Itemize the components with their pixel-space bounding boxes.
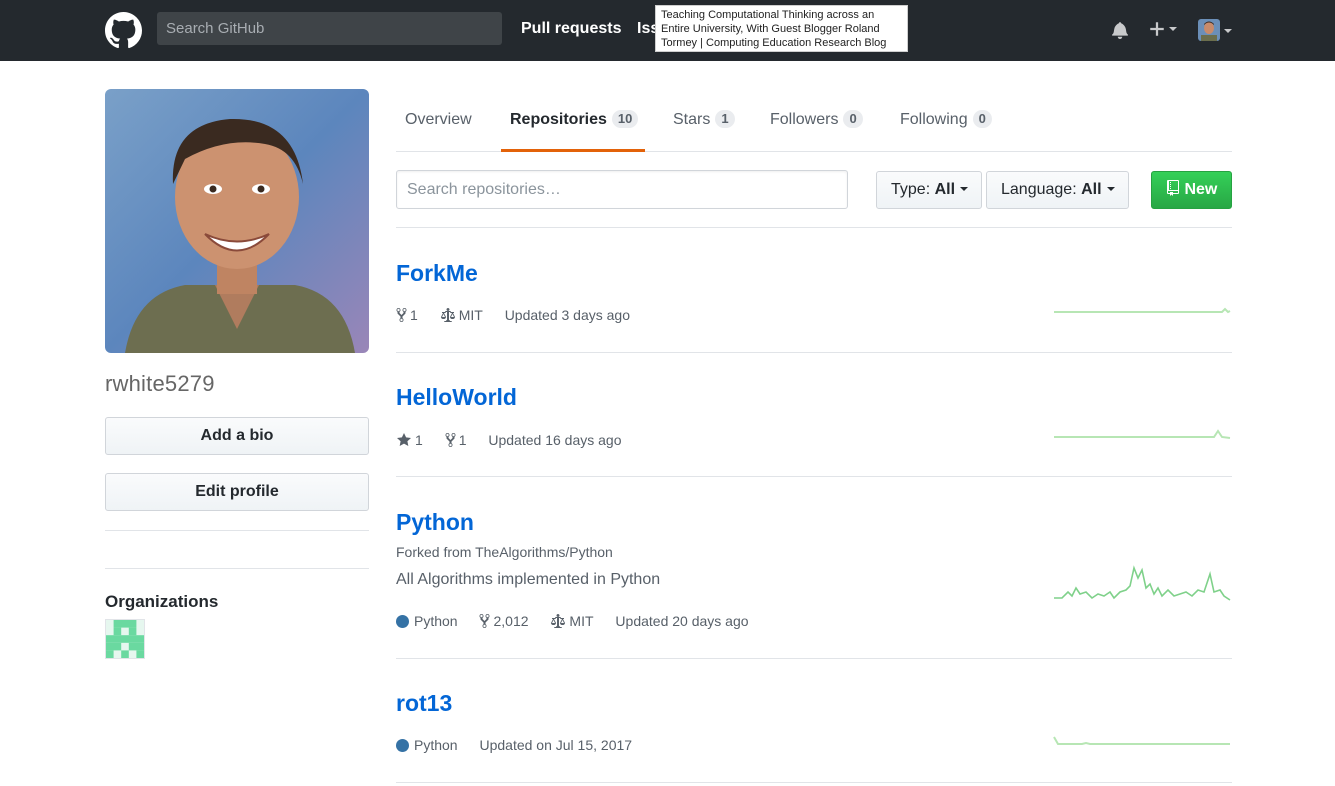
updated-time: Updated 16 days ago: [488, 432, 622, 449]
license-value: MIT: [458, 307, 483, 324]
tab-stars[interactable]: Stars 1: [673, 110, 735, 130]
star-count-value: 1: [415, 432, 423, 449]
chevron-down-icon: [960, 187, 969, 191]
following-count: 0: [972, 110, 992, 128]
repo-description: All Algorithms implemented in Python: [396, 571, 661, 588]
followers-count: 0: [843, 110, 863, 128]
fork-count-value: 1: [410, 307, 418, 324]
tab-label: Repositories: [510, 111, 607, 128]
add-bio-button[interactable]: Add a bio: [105, 417, 369, 455]
github-logo-icon[interactable]: [105, 12, 142, 49]
avatar: [105, 89, 369, 353]
updated-time: Updated 3 days ago: [504, 307, 631, 324]
tab-overview[interactable]: Overview: [405, 110, 472, 130]
profile-photo[interactable]: [105, 89, 369, 353]
activity-sparkline: [1054, 565, 1231, 601]
tab-following[interactable]: Following 0: [900, 110, 992, 130]
repo-meta: 1 MIT Updated 3 days ago: [396, 305, 648, 324]
type-filter-dropdown[interactable]: Type: All: [876, 171, 982, 209]
star-count[interactable]: 1: [396, 431, 423, 449]
fork-count[interactable]: 1: [445, 431, 467, 449]
language-value: Python: [414, 737, 458, 754]
fork-icon: [396, 308, 407, 323]
repo-meta: Python 2,012 MIT Updated 20 days ago: [396, 611, 767, 630]
tooltip-line: Tormey | Computing Education Research Bl…: [661, 37, 887, 49]
divider: [396, 227, 1232, 228]
divider: [396, 658, 1232, 659]
fork-icon: [479, 614, 490, 629]
activity-sparkline: [1053, 736, 1230, 745]
repo-language: Python: [396, 736, 458, 754]
repo-meta: 1 1 Updated 16 days ago: [396, 430, 639, 449]
repo-link-helloworld[interactable]: HelloWorld: [396, 383, 517, 411]
chevron-down-icon[interactable]: [1224, 29, 1232, 33]
repositories-count: 10: [611, 110, 639, 128]
nav-pull-requests[interactable]: Pull requests: [521, 19, 621, 39]
repo-meta: Python Updated on Jul 15, 2017: [396, 735, 650, 754]
tooltip-line: Entire University, With Guest Blogger Ro…: [661, 23, 880, 35]
new-repository-button[interactable]: New: [1151, 171, 1232, 209]
divider: [396, 782, 1232, 783]
updated-time: Updated 20 days ago: [615, 613, 749, 630]
organization-avatar[interactable]: [105, 619, 145, 659]
filter-value: All: [934, 181, 956, 198]
law-icon: [440, 308, 455, 323]
active-tab-indicator: [501, 149, 645, 152]
create-new-dropdown[interactable]: [1149, 20, 1177, 38]
tab-label: Following: [900, 111, 968, 128]
plus-icon: [1150, 22, 1164, 37]
repo-link-rot13[interactable]: rot13: [396, 689, 452, 717]
repo-link-python[interactable]: Python: [396, 508, 474, 536]
tab-followers[interactable]: Followers 0: [770, 110, 863, 130]
fork-count[interactable]: 2,012: [479, 612, 529, 630]
new-button-label: New: [1184, 181, 1218, 198]
top-navbar: Pull requests Iss Teaching Computational…: [0, 0, 1335, 61]
fork-count-value: 2,012: [493, 613, 529, 630]
chevron-down-icon: [1168, 27, 1177, 32]
fork-icon: [445, 433, 456, 448]
stars-count: 1: [715, 110, 735, 128]
divider: [396, 352, 1232, 353]
activity-sparkline: [1054, 307, 1231, 314]
divider: [396, 476, 1232, 477]
profile-username: rwhite5279: [105, 371, 215, 396]
language-value: Python: [414, 613, 458, 630]
divider: [105, 530, 369, 531]
tooltip-line: Teaching Computational Thinking across a…: [661, 9, 875, 21]
license: MIT: [550, 612, 594, 630]
repo-language: Python: [396, 612, 458, 630]
tab-label: Overview: [405, 111, 472, 128]
link-tooltip: Teaching Computational Thinking across a…: [655, 5, 908, 52]
star-icon: [397, 433, 411, 447]
tab-label: Followers: [770, 111, 839, 128]
repo-link-forkme[interactable]: ForkMe: [396, 259, 478, 287]
avatar: [1198, 19, 1220, 41]
fork-count[interactable]: 1: [396, 306, 418, 324]
chevron-down-icon: [1106, 187, 1115, 191]
language-color-dot: [396, 739, 409, 753]
updated-time: Updated on Jul 15, 2017: [479, 737, 633, 754]
activity-sparkline: [1054, 429, 1231, 439]
language-filter-dropdown[interactable]: Language: All: [986, 171, 1129, 209]
license: MIT: [440, 306, 483, 324]
edit-profile-button[interactable]: Edit profile: [105, 473, 369, 511]
user-avatar-menu[interactable]: [1198, 19, 1220, 41]
law-icon: [551, 614, 566, 629]
filter-value: All: [1081, 181, 1102, 198]
license-value: MIT: [569, 613, 594, 630]
identicon: [106, 620, 144, 658]
language-color-dot: [396, 615, 409, 629]
tab-repositories[interactable]: Repositories 10: [510, 110, 639, 130]
tab-label: Stars: [673, 111, 711, 128]
global-search-input[interactable]: [157, 12, 502, 45]
repository-search-input[interactable]: [396, 170, 848, 209]
fork-count-value: 1: [458, 432, 467, 449]
organizations-heading: Organizations: [105, 592, 219, 611]
filter-label: Language:: [1001, 181, 1077, 198]
repo-icon: [1167, 180, 1179, 196]
forked-from-link[interactable]: Forked from TheAlgorithms/Python: [396, 544, 613, 560]
divider: [105, 568, 369, 569]
bell-icon[interactable]: [1112, 21, 1128, 39]
filter-label: Type:: [891, 181, 931, 198]
